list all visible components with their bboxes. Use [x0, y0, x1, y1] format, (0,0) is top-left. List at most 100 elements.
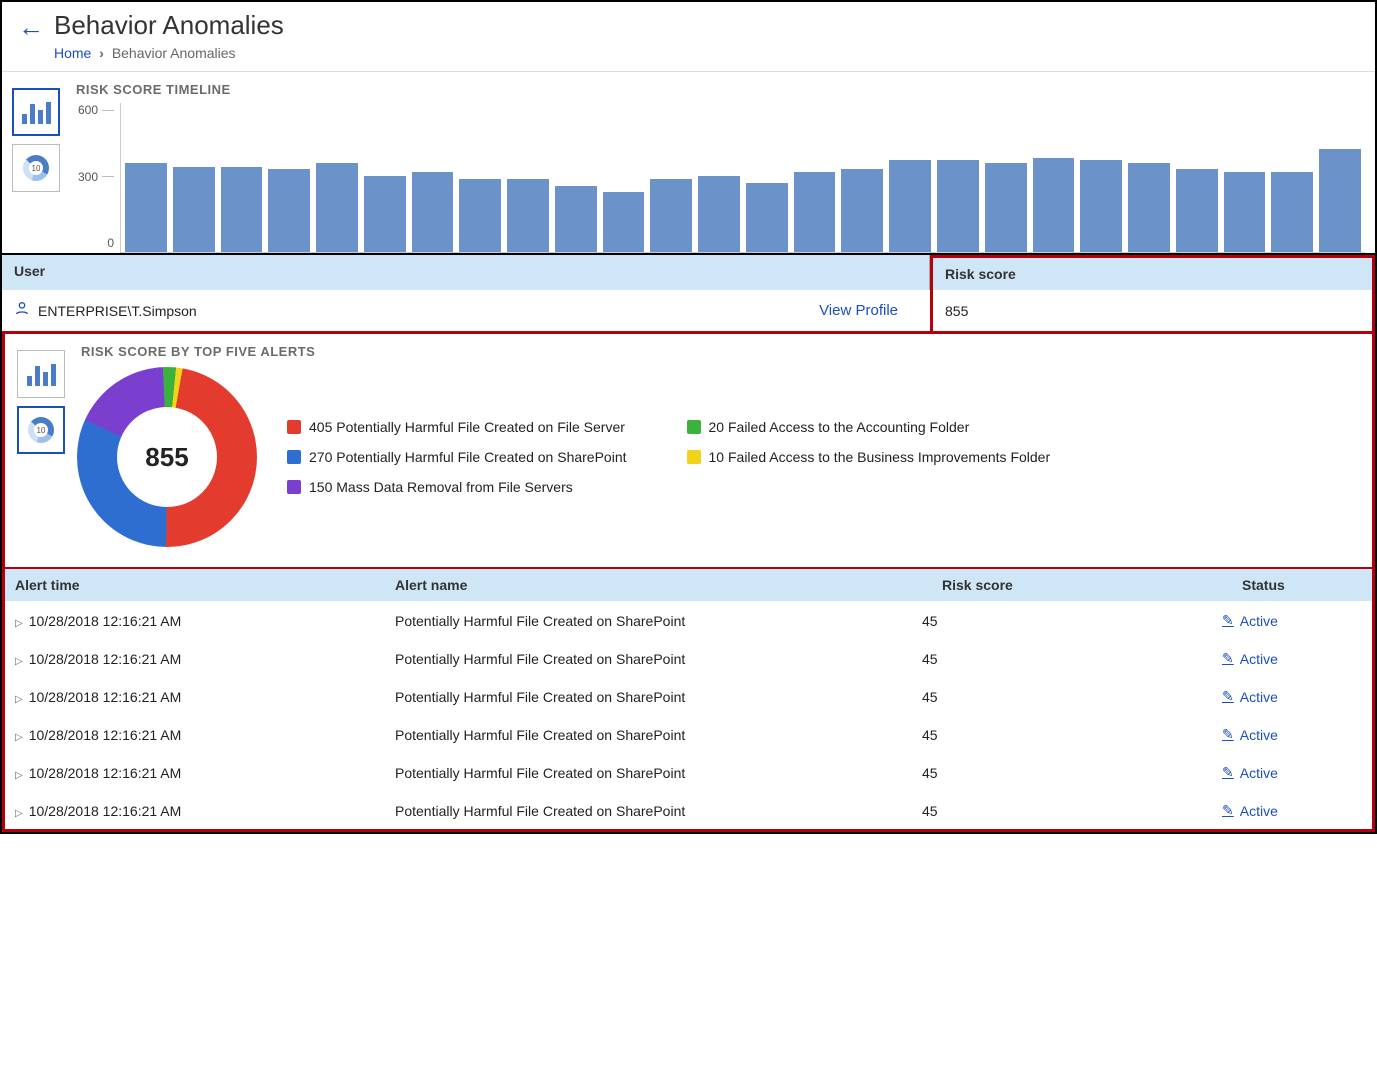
y-tick-label: 300 [78, 170, 98, 184]
timeline-bar[interactable] [841, 169, 883, 252]
edit-icon[interactable]: ✎ [1222, 802, 1234, 819]
timeline-bar[interactable] [1080, 160, 1122, 252]
topfive-title: RISK SCORE BY TOP FIVE ALERTS [81, 344, 1360, 359]
timeline-bar[interactable] [650, 179, 692, 252]
expand-icon[interactable]: ▷ [15, 694, 23, 705]
timeline-bar[interactable] [316, 163, 358, 252]
bar-chart-icon [27, 362, 56, 386]
breadcrumb: Home › Behavior Anomalies [54, 45, 1359, 61]
timeline-bar[interactable] [746, 183, 788, 252]
timeline-bar[interactable] [1319, 149, 1361, 252]
alert-time-cell: ▷10/28/2018 12:16:21 AM [15, 651, 395, 667]
risk-score-value-cell: 855 [930, 290, 1375, 331]
alert-status-label: Active [1240, 765, 1278, 781]
timeline-chart: 600 300 0 [72, 103, 1365, 253]
timeline-bars-area[interactable] [120, 103, 1365, 253]
page-header: ← Behavior Anomalies Home › Behavior Ano… [2, 2, 1375, 72]
timeline-bar[interactable] [173, 167, 215, 252]
timeline-bar[interactable] [1176, 169, 1218, 252]
legend-item: 150 Mass Data Removal from File Servers [287, 479, 627, 495]
bar-chart-icon [22, 100, 51, 124]
timeline-bar[interactable] [937, 160, 979, 252]
donut-chart-toggle-button[interactable] [12, 144, 60, 192]
alert-name-cell: Potentially Harmful File Created on Shar… [395, 651, 922, 667]
timeline-bar[interactable] [1128, 163, 1170, 252]
breadcrumb-home-link[interactable]: Home [54, 45, 91, 61]
timeline-bar[interactable] [459, 179, 501, 252]
legend-col-right: 20 Failed Access to the Accounting Folde… [687, 419, 1051, 465]
alert-status-label: Active [1240, 803, 1278, 819]
timeline-bar[interactable] [268, 169, 310, 252]
topfive-legend: 405 Potentially Harmful File Created on … [287, 419, 1050, 495]
risk-score-timeline-section: RISK SCORE TIMELINE 600 300 0 [2, 72, 1375, 255]
timeline-chart-area: RISK SCORE TIMELINE 600 300 0 [72, 82, 1365, 253]
alert-score-cell: 45 [922, 727, 1222, 743]
timeline-bar[interactable] [1033, 158, 1075, 252]
timeline-bar[interactable] [507, 179, 549, 252]
timeline-bar[interactable] [698, 176, 740, 252]
bar-chart-toggle-button-2[interactable] [17, 350, 65, 398]
table-row[interactable]: ▷10/28/2018 12:16:21 AMPotentially Harmf… [5, 601, 1372, 639]
legend-label: 10 Failed Access to the Business Improve… [709, 449, 1051, 465]
timeline-bar[interactable] [125, 163, 167, 252]
alert-status-cell[interactable]: ✎ Active [1222, 802, 1362, 819]
edit-icon[interactable]: ✎ [1222, 688, 1234, 705]
view-toggle-group [12, 82, 60, 253]
timeline-bar[interactable] [364, 176, 406, 252]
topfive-body: 855 405 Potentially Harmful File Created… [77, 367, 1360, 547]
edit-icon[interactable]: ✎ [1222, 612, 1234, 629]
alert-score-cell: 45 [922, 651, 1222, 667]
alert-status-cell[interactable]: ✎ Active [1222, 688, 1362, 705]
timeline-bar[interactable] [412, 172, 454, 252]
risk-score-top-five-section: RISK SCORE BY TOP FIVE ALERTS 855 405 Po… [2, 334, 1375, 567]
user-info: ENTERPRISE\T.Simpson [14, 300, 197, 321]
alert-status-label: Active [1240, 651, 1278, 667]
timeline-bar[interactable] [221, 167, 263, 252]
title-block: Behavior Anomalies Home › Behavior Anoma… [54, 10, 1359, 61]
timeline-bar[interactable] [794, 172, 836, 252]
user-data-row: ENTERPRISE\T.Simpson View Profile 855 [2, 290, 1375, 334]
y-tick-label: 600 [78, 103, 98, 117]
expand-icon[interactable]: ▷ [15, 770, 23, 781]
legend-item: 405 Potentially Harmful File Created on … [287, 419, 627, 435]
alert-status-cell[interactable]: ✎ Active [1222, 612, 1362, 629]
topfive-donut-chart[interactable]: 855 [77, 367, 257, 547]
timeline-title: RISK SCORE TIMELINE [76, 82, 1365, 97]
view-toggle-group-2 [17, 344, 65, 547]
edit-icon[interactable]: ✎ [1222, 764, 1234, 781]
edit-icon[interactable]: ✎ [1222, 650, 1234, 667]
legend-swatch-icon [687, 450, 701, 464]
table-row[interactable]: ▷10/28/2018 12:16:21 AMPotentially Harmf… [5, 639, 1372, 677]
timeline-bar[interactable] [603, 192, 645, 252]
expand-icon[interactable]: ▷ [15, 808, 23, 819]
page-title: Behavior Anomalies [54, 10, 1359, 41]
timeline-bar[interactable] [985, 163, 1027, 252]
table-row[interactable]: ▷10/28/2018 12:16:21 AMPotentially Harmf… [5, 715, 1372, 753]
bar-chart-toggle-button[interactable] [12, 88, 60, 136]
table-row[interactable]: ▷10/28/2018 12:16:21 AMPotentially Harmf… [5, 753, 1372, 791]
alert-status-cell[interactable]: ✎ Active [1222, 650, 1362, 667]
alert-status-cell[interactable]: ✎Active [1222, 726, 1362, 743]
alert-status-label: Active [1240, 689, 1278, 705]
expand-icon[interactable]: ▷ [15, 656, 23, 667]
back-arrow-icon[interactable]: ← [18, 12, 44, 43]
alerts-header-status: Status [1232, 569, 1372, 601]
alert-time-cell: ▷10/28/2018 12:16:21 AM [15, 803, 395, 819]
timeline-bar[interactable] [1271, 172, 1313, 252]
alerts-header-row: Alert time Alert name Risk score Status [5, 569, 1372, 601]
edit-icon[interactable]: ✎ [1222, 726, 1234, 743]
timeline-bar[interactable] [555, 186, 597, 252]
expand-icon[interactable]: ▷ [15, 618, 23, 629]
donut-chart-toggle-button-2[interactable] [17, 406, 65, 454]
timeline-bar[interactable] [1224, 172, 1266, 252]
alert-status-label: Active [1240, 613, 1278, 629]
table-row[interactable]: ▷10/28/2018 12:16:21 AMPotentially Harmf… [5, 791, 1372, 829]
view-profile-link[interactable]: View Profile [819, 302, 918, 319]
table-row[interactable]: ▷10/28/2018 12:16:21 AMPotentially Harmf… [5, 677, 1372, 715]
legend-label: 270 Potentially Harmful File Created on … [309, 449, 627, 465]
alert-time-cell: ▷10/28/2018 12:16:21 AM [15, 689, 395, 705]
timeline-bar[interactable] [889, 160, 931, 252]
donut-chart-icon [23, 155, 49, 181]
expand-icon[interactable]: ▷ [15, 732, 23, 743]
alert-status-cell[interactable]: ✎ Active [1222, 764, 1362, 781]
